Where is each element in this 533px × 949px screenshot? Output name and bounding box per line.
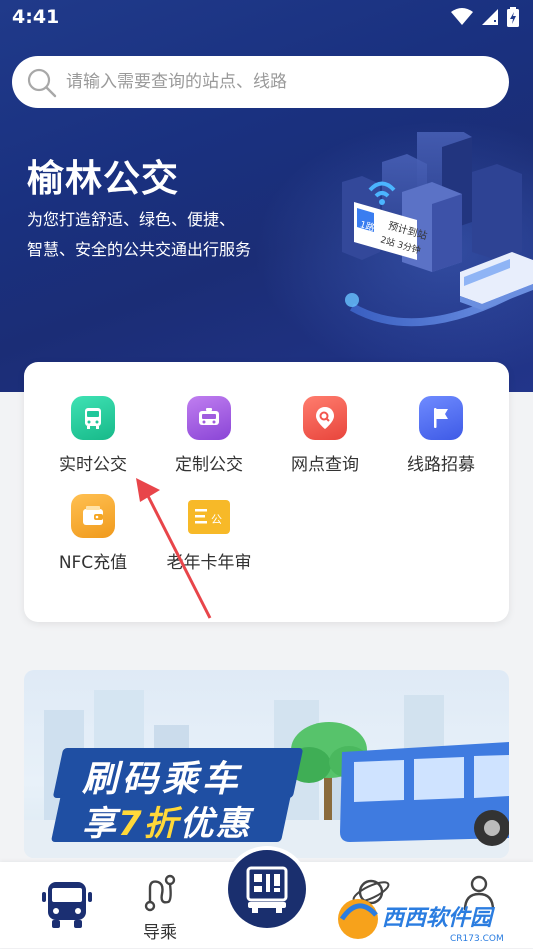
bus-icon xyxy=(71,396,115,440)
service-realtime-bus[interactable]: 实时公交 xyxy=(38,396,148,475)
signal-icon xyxy=(482,9,498,25)
service-label: 实时公交 xyxy=(59,455,127,475)
status-time: 4:41 xyxy=(12,6,60,28)
watermark: 西西软件园 CR173.COM xyxy=(330,885,530,945)
service-label: 网点查询 xyxy=(291,455,359,475)
watermark-logo: 西西软件园 CR173.COM xyxy=(338,899,504,944)
search-bar[interactable] xyxy=(12,56,509,108)
nav-guide[interactable]: 导乘 xyxy=(115,874,205,943)
status-bar: 4:41 xyxy=(0,0,533,36)
scan-qr-button[interactable] xyxy=(224,846,310,932)
hero-subtitle-line2: 智慧、安全的公共交通出行服务 xyxy=(27,240,252,259)
qr-bus-icon xyxy=(228,850,306,928)
hero-banner: 4:41 榆林公交 为您打造舒适、绿色、便捷、 智慧、安全的公共交通出行服务 xyxy=(0,0,533,392)
page-title: 榆林公交 xyxy=(27,157,179,200)
custom-bus-icon xyxy=(187,396,231,440)
service-outlet-search[interactable]: 网点查询 xyxy=(270,396,380,475)
search-icon xyxy=(27,68,57,98)
promo-prefix: 享 xyxy=(82,804,118,844)
service-label: 定制公交 xyxy=(175,455,243,475)
promo-title: 刷码乘车 xyxy=(82,759,243,800)
search-input[interactable] xyxy=(64,64,488,100)
service-custom-bus[interactable]: 定制公交 xyxy=(154,396,264,475)
watermark-text: 西西软件园 xyxy=(382,906,496,931)
promo-subtitle: 享7折优惠 xyxy=(82,796,252,845)
bus-icon xyxy=(42,882,92,928)
battery-icon xyxy=(507,7,519,27)
promo-banner[interactable]: 刷码乘车 享7折优惠 xyxy=(24,670,509,858)
service-label: 线路招募 xyxy=(407,455,475,475)
service-route-recruit[interactable]: 线路招募 xyxy=(386,396,496,475)
location-search-icon xyxy=(303,396,347,440)
hero-subtitle-line1: 为您打造舒适、绿色、便捷、 xyxy=(27,210,236,229)
nav-label: 导乘 xyxy=(143,923,177,943)
flag-icon xyxy=(419,396,463,440)
services-card: 实时公交 定制公交 网点查询 线路招募 NFC充值 公 老年卡年审 xyxy=(24,362,509,622)
city-bus-illustration xyxy=(342,132,533,327)
route-icon xyxy=(144,874,176,912)
status-icons xyxy=(451,7,519,27)
annotation-arrow xyxy=(136,478,212,619)
wifi-icon xyxy=(451,8,473,25)
promo-suffix: 优惠 xyxy=(179,804,252,844)
wallet-icon xyxy=(71,494,115,538)
watermark-sub: CR173.COM xyxy=(450,934,504,944)
nav-home[interactable] xyxy=(22,880,112,936)
promo-discount: 7折 xyxy=(118,804,180,844)
